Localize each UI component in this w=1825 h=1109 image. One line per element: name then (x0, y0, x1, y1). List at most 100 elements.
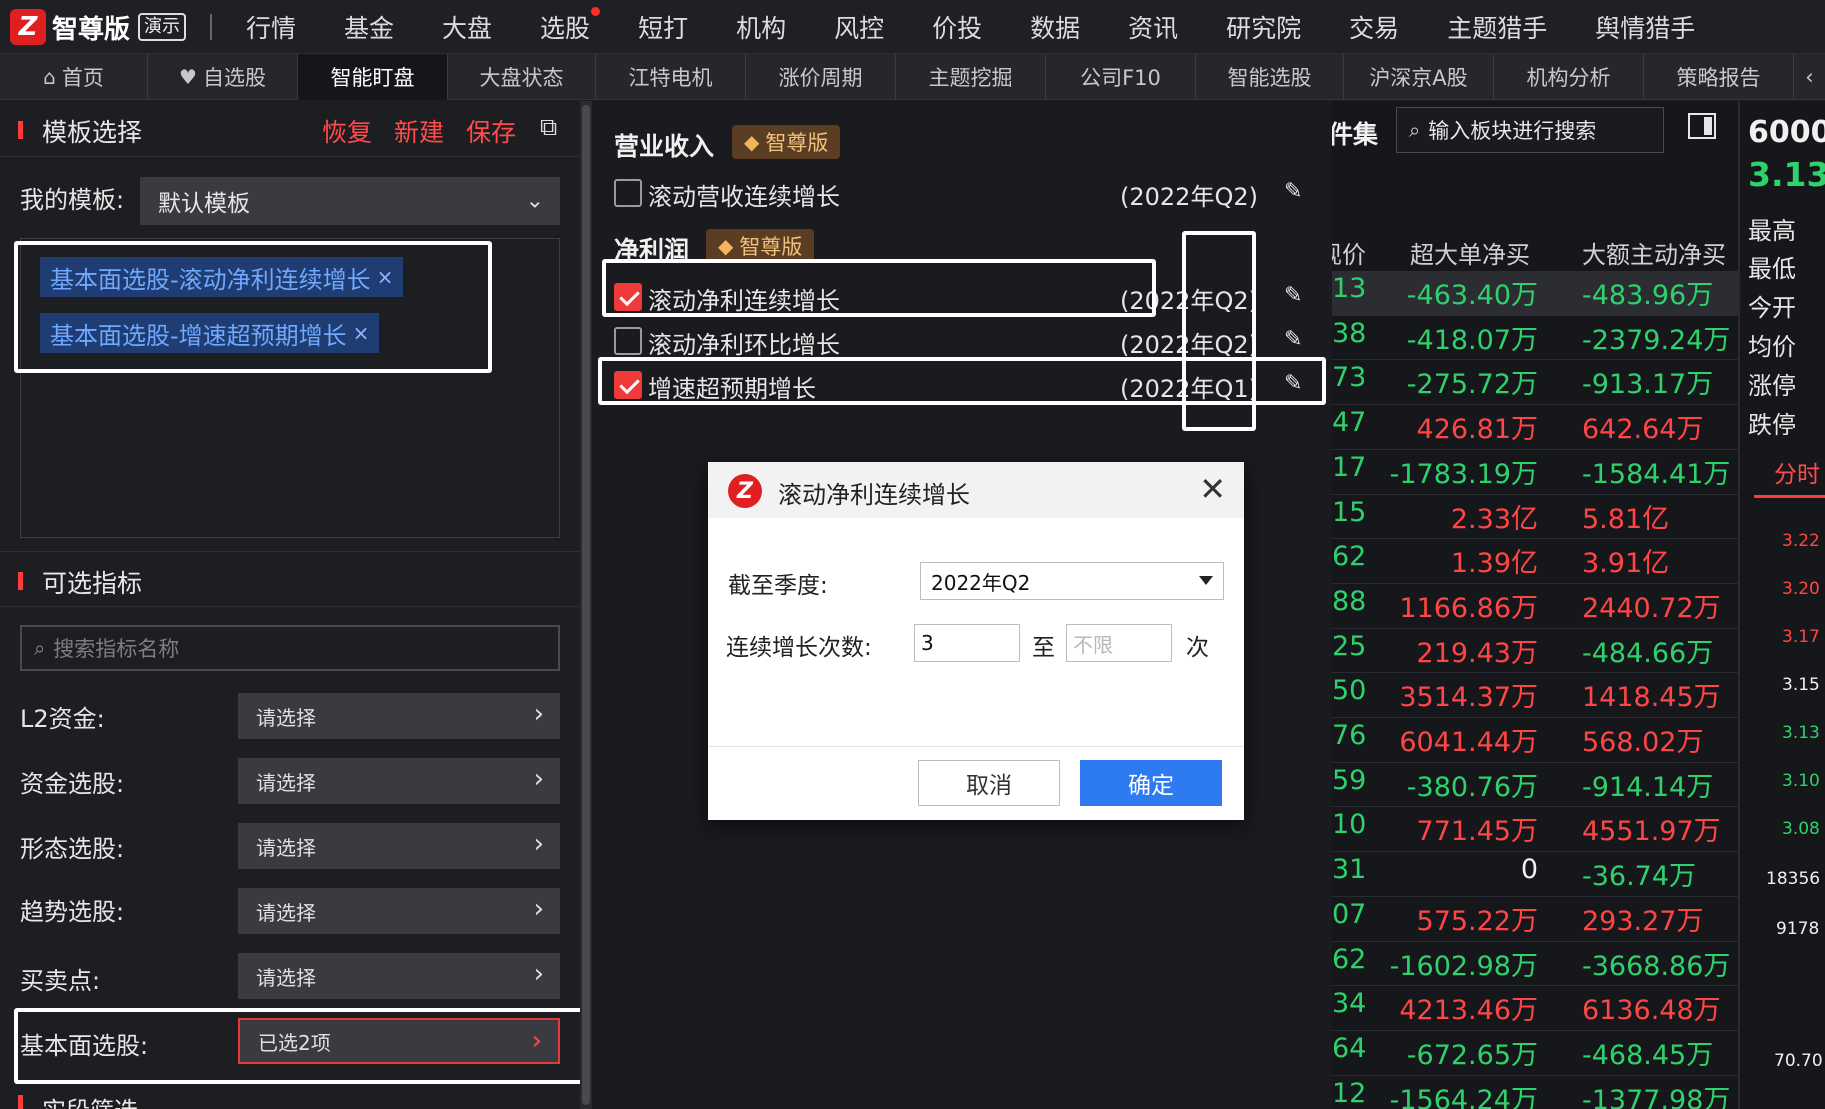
restore-button[interactable]: 恢复 (322, 113, 372, 149)
tab-smart-monitor[interactable]: 智能盯盘 (298, 54, 448, 100)
cell-super-large-net[interactable]: -1783.19万 (1390, 452, 1538, 491)
cell-price[interactable]: 10 (1332, 809, 1366, 840)
cell-price[interactable]: 07 (1332, 899, 1366, 930)
column-header-large-active[interactable]: 大额主动净买 (1582, 235, 1726, 270)
tab-home[interactable]: ⌂ 首页 (0, 54, 148, 100)
topnav-risk[interactable]: 风控 (834, 9, 884, 45)
topnav-stock-pick[interactable]: 选股 (540, 7, 601, 45)
tab-a-shares[interactable]: 沪深京A股 (1344, 54, 1494, 100)
tab-stock-jiangte[interactable]: 江特电机 (596, 54, 746, 100)
topnav-fund[interactable]: 基金 (344, 9, 394, 45)
cell-super-large-net[interactable]: 219.43万 (1417, 631, 1538, 670)
confirm-button[interactable]: 确定 (1080, 760, 1222, 806)
cell-super-large-net[interactable]: 575.22万 (1417, 899, 1538, 938)
topnav-market[interactable]: 行情 (246, 9, 296, 45)
cell-large-active-net[interactable]: 642.64万 (1582, 407, 1703, 446)
pick-trend-pick[interactable]: 请选择 › (238, 888, 560, 934)
close-icon[interactable]: ✕ (1199, 470, 1226, 508)
edit-icon[interactable]: ✎ (1284, 283, 1302, 308)
cell-price[interactable]: 88 (1332, 586, 1366, 617)
cell-price[interactable]: 50 (1332, 675, 1366, 706)
cell-large-active-net[interactable]: -468.45万 (1582, 1033, 1713, 1072)
cell-large-active-net[interactable]: -484.66万 (1582, 631, 1713, 670)
cell-super-large-net[interactable]: 6041.44万 (1399, 720, 1538, 759)
pick-fund-pick[interactable]: 请选择 › (238, 758, 560, 804)
cell-price[interactable]: 62 (1332, 541, 1366, 572)
cell-large-active-net[interactable]: 568.02万 (1582, 720, 1703, 759)
cell-price[interactable]: 25 (1332, 631, 1366, 662)
topnav-institution[interactable]: 机构 (736, 9, 786, 45)
cell-super-large-net[interactable]: -380.76万 (1407, 765, 1538, 804)
cell-large-active-net[interactable]: -1377.98万 (1582, 1078, 1730, 1109)
cell-price[interactable]: 17 (1332, 452, 1366, 483)
cell-large-active-net[interactable]: -1584.41万 (1582, 452, 1730, 491)
topnav-sentiment-hunter[interactable]: 舆情猎手 (1595, 9, 1695, 45)
my-template-select[interactable]: 默认模板 ⌄ (140, 177, 560, 225)
cell-super-large-net[interactable]: -1602.98万 (1390, 944, 1538, 983)
cell-price[interactable]: 13 (1332, 273, 1366, 304)
indicator-search-input[interactable]: ⌕ 搜索指标名称 (20, 625, 560, 671)
cell-price[interactable]: 76 (1332, 720, 1366, 751)
cell-super-large-net[interactable]: 1166.86万 (1399, 586, 1538, 625)
cell-large-active-net[interactable]: -36.74万 (1582, 854, 1696, 893)
tab-overflow-chevron-icon[interactable]: ‹ (1794, 54, 1825, 100)
cell-super-large-net[interactable]: 426.81万 (1417, 407, 1538, 446)
tab-price-cycle[interactable]: 涨价周期 (746, 54, 896, 100)
cell-large-active-net[interactable]: 6136.48万 (1582, 988, 1721, 1027)
cell-super-large-net[interactable]: 2.33亿 (1451, 497, 1538, 536)
cell-large-active-net[interactable]: -3668.86万 (1582, 944, 1730, 983)
cell-large-active-net[interactable]: -2379.24万 (1582, 318, 1730, 357)
cell-price[interactable]: 62 (1332, 944, 1366, 975)
sector-search-input[interactable]: ⌕ 输入板块进行搜索 (1396, 107, 1664, 153)
cell-super-large-net[interactable]: 771.45万 (1417, 809, 1538, 848)
cell-large-active-net[interactable]: -913.17万 (1582, 362, 1713, 401)
tab-watchlist[interactable]: ♥ 自选股 (148, 54, 298, 100)
checkbox-rolling-revenue[interactable] (614, 179, 642, 207)
cell-large-active-net[interactable]: 3.91亿 (1582, 541, 1669, 580)
cell-price[interactable]: 47 (1332, 407, 1366, 438)
new-template-button[interactable]: 新建 (394, 113, 444, 149)
cell-price[interactable]: 34 (1332, 988, 1366, 1019)
count-from-input[interactable]: 3 (914, 624, 1020, 662)
cell-price[interactable]: 73 (1332, 362, 1366, 393)
count-to-input[interactable]: 不限 (1066, 624, 1172, 662)
topnav-news[interactable]: 资讯 (1128, 9, 1178, 45)
topnav-trade[interactable]: 交易 (1349, 9, 1399, 45)
pick-l2-fund[interactable]: 请选择 › (238, 693, 560, 739)
column-header-super-large[interactable]: 超大单净买 (1410, 235, 1530, 270)
cell-price[interactable]: 12 (1332, 1078, 1366, 1109)
app-logo[interactable]: Z 智尊版 演示 (10, 9, 213, 45)
topnav-value[interactable]: 价投 (932, 9, 982, 45)
edit-icon[interactable]: ✎ (1284, 327, 1302, 352)
cell-super-large-net[interactable]: -418.07万 (1407, 318, 1538, 357)
cell-super-large-net[interactable]: -275.72万 (1407, 362, 1538, 401)
cell-large-active-net[interactable]: 2440.72万 (1582, 586, 1721, 625)
edit-icon[interactable]: ✎ (1284, 179, 1302, 204)
tab-institution-analysis[interactable]: 机构分析 (1494, 54, 1644, 100)
save-template-button[interactable]: 保存 (466, 113, 516, 149)
cell-super-large-net[interactable]: -1564.24万 (1390, 1078, 1538, 1109)
cell-large-active-net[interactable]: 5.81亿 (1582, 497, 1669, 536)
topnav-data[interactable]: 数据 (1030, 9, 1080, 45)
layout-toggle-icon[interactable]: ⧉ (540, 113, 557, 141)
cell-large-active-net[interactable]: 293.27万 (1582, 899, 1703, 938)
tab-market-state[interactable]: 大盘状态 (448, 54, 596, 100)
panel-toggle-icon[interactable] (1688, 113, 1716, 139)
topnav-index[interactable]: 大盘 (442, 9, 492, 45)
cell-super-large-net[interactable]: 3514.37万 (1399, 675, 1538, 714)
cell-price[interactable]: 15 (1332, 497, 1366, 528)
topnav-short-trade[interactable]: 短打 (638, 9, 688, 45)
left-scrollbar[interactable] (580, 101, 592, 1109)
cell-large-active-net[interactable]: -483.96万 (1582, 273, 1713, 312)
pick-buy-sell[interactable]: 请选择 › (238, 953, 560, 999)
cancel-button[interactable]: 取消 (918, 760, 1060, 806)
cell-super-large-net[interactable]: -672.65万 (1407, 1033, 1538, 1072)
cell-large-active-net[interactable]: 4551.97万 (1582, 809, 1721, 848)
tab-company-f10[interactable]: 公司F10 (1046, 54, 1196, 100)
tab-theme-mining[interactable]: 主题挖掘 (896, 54, 1046, 100)
cell-large-active-net[interactable]: -914.14万 (1582, 765, 1713, 804)
checkbox-rolling-net-profit-qoq[interactable] (614, 327, 642, 355)
cell-super-large-net[interactable]: 0 (1521, 854, 1538, 885)
cell-super-large-net[interactable]: 1.39亿 (1451, 541, 1538, 580)
tab-smart-screener[interactable]: 智能选股 (1196, 54, 1344, 100)
